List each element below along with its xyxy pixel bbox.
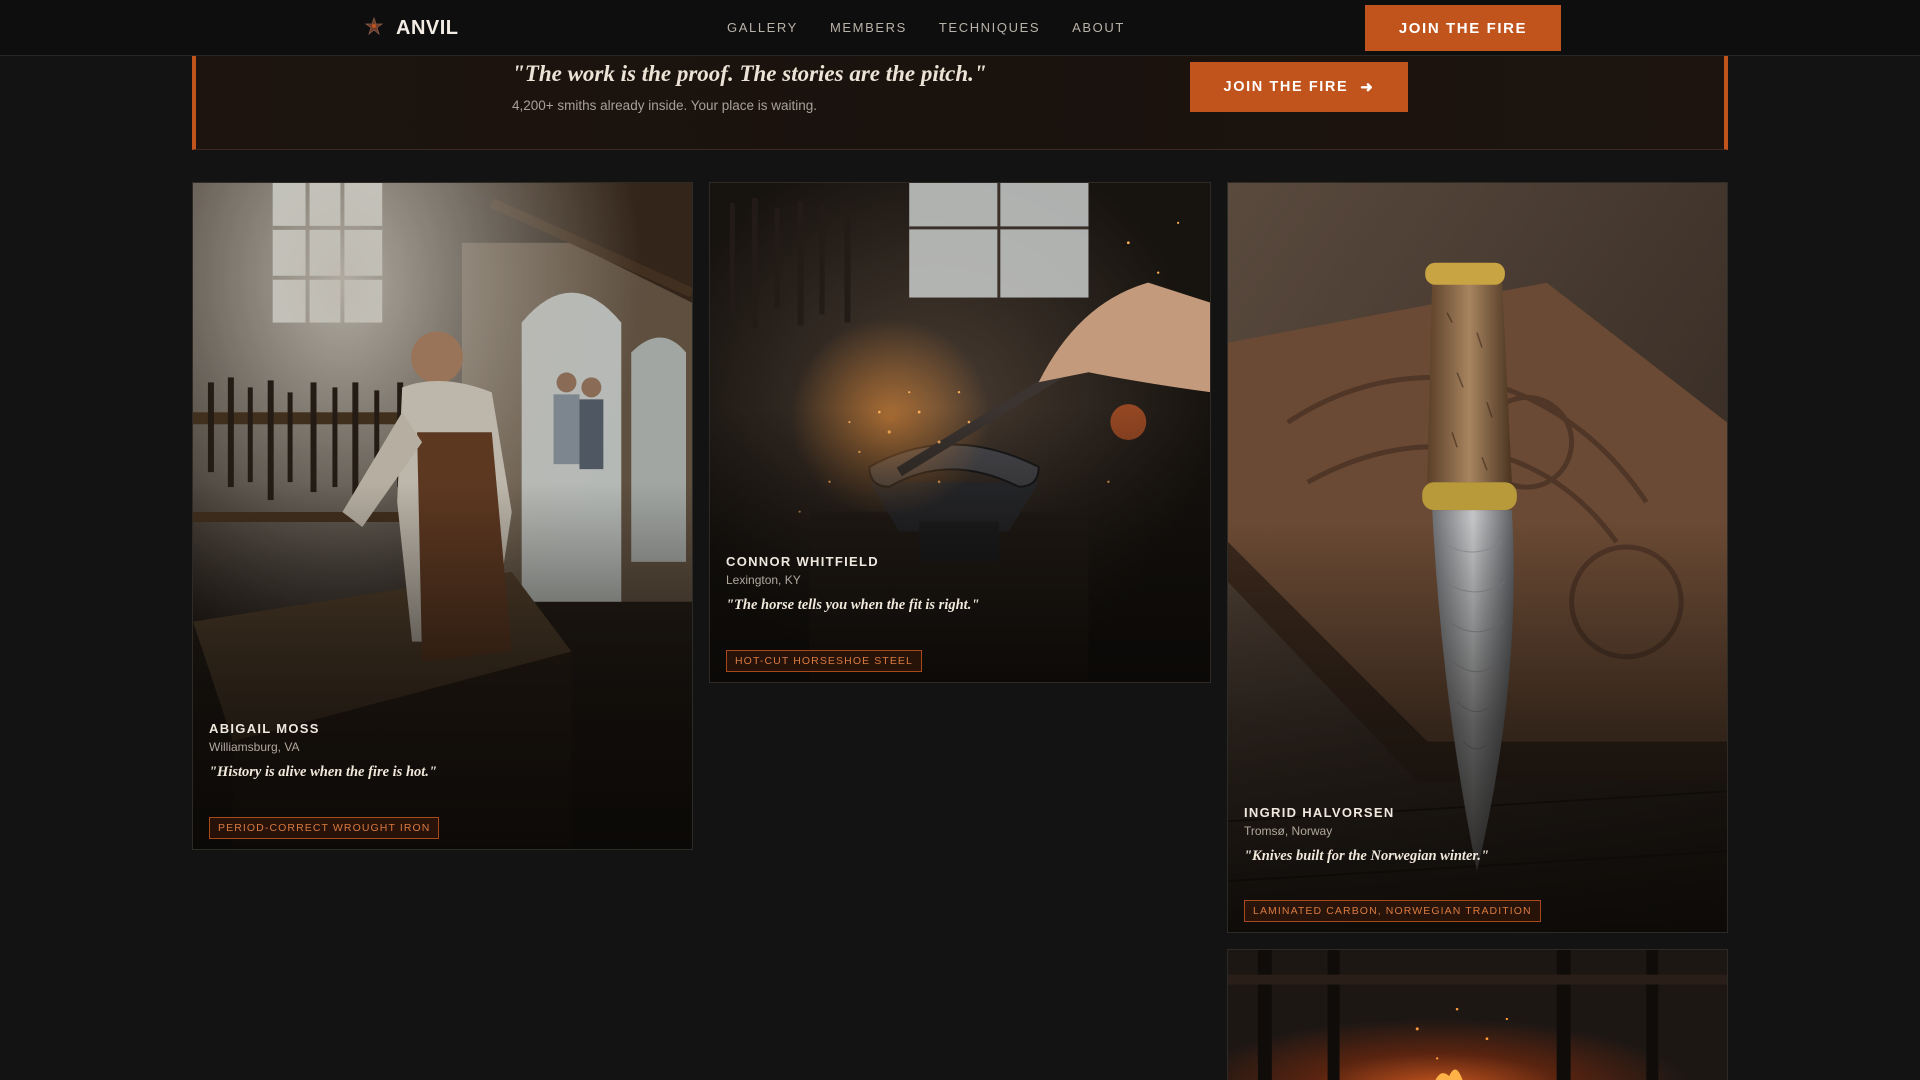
nav-link-members[interactable]: MEMBERS — [830, 20, 907, 35]
banner-join-label: JOIN THE FIRE — [1223, 79, 1349, 95]
arrow-right-icon: ➜ — [1360, 79, 1375, 96]
forge-fire-image — [1228, 950, 1727, 1080]
member-quote: "Knives built for the Norwegian winter." — [1244, 848, 1489, 864]
member-card-ingrid-halvorsen[interactable]: INGRID HALVORSEN Tromsø, Norway "Knives … — [1227, 182, 1728, 933]
member-name: CONNOR WHITFIELD — [726, 554, 879, 569]
member-quote: "History is alive when the fire is hot." — [209, 764, 437, 780]
technique-tag: HOT-CUT HORSESHOE STEEL — [726, 650, 922, 672]
brand-name: ANVIL — [396, 16, 459, 39]
nav-links: GALLERY MEMBERS TECHNIQUES ABOUT — [727, 20, 1125, 35]
member-name: INGRID HALVORSEN — [1244, 805, 1395, 820]
cta-banner: "The work is the proof. The stories are … — [192, 56, 1728, 150]
technique-tag: PERIOD-CORRECT WROUGHT IRON — [209, 817, 440, 839]
technique-tag: LAMINATED CARBON, NORWEGIAN TRADITION — [1244, 900, 1541, 922]
member-location: Tromsø, Norway — [1244, 824, 1333, 838]
member-quote: "The horse tells you when the fit is rig… — [726, 597, 980, 613]
member-card-connor-whitfield[interactable]: CONNOR WHITFIELD Lexington, KY "The hors… — [709, 182, 1211, 683]
nav-link-gallery[interactable]: GALLERY — [727, 20, 798, 35]
banner-quote: "The work is the proof. The stories are … — [512, 61, 987, 86]
banner-subtext: 4,200+ smiths already inside. Your place… — [512, 98, 818, 113]
anvil-star-icon — [364, 16, 384, 41]
top-nav: ANVIL GALLERY MEMBERS TECHNIQUES ABOUT J… — [0, 0, 1920, 56]
card-info: CONNOR WHITFIELD Lexington, KY "The hors… — [726, 554, 1194, 614]
member-card-forge[interactable] — [1227, 949, 1728, 1080]
member-location: Williamsburg, VA — [209, 740, 300, 754]
card-info: ABIGAIL MOSS Williamsburg, VA "History i… — [209, 721, 676, 781]
nav-link-techniques[interactable]: TECHNIQUES — [939, 20, 1040, 35]
nav-join-button[interactable]: JOIN THE FIRE — [1365, 5, 1561, 51]
card-info: INGRID HALVORSEN Tromsø, Norway "Knives … — [1244, 805, 1711, 865]
member-name: ABIGAIL MOSS — [209, 721, 320, 736]
banner-join-button[interactable]: JOIN THE FIRE ➜ — [1190, 62, 1408, 112]
member-location: Lexington, KY — [726, 573, 801, 587]
member-card-abigail-moss[interactable]: ABIGAIL MOSS Williamsburg, VA "History i… — [192, 182, 693, 850]
nav-link-about[interactable]: ABOUT — [1072, 20, 1125, 35]
brand-logo[interactable]: ANVIL — [364, 16, 459, 40]
